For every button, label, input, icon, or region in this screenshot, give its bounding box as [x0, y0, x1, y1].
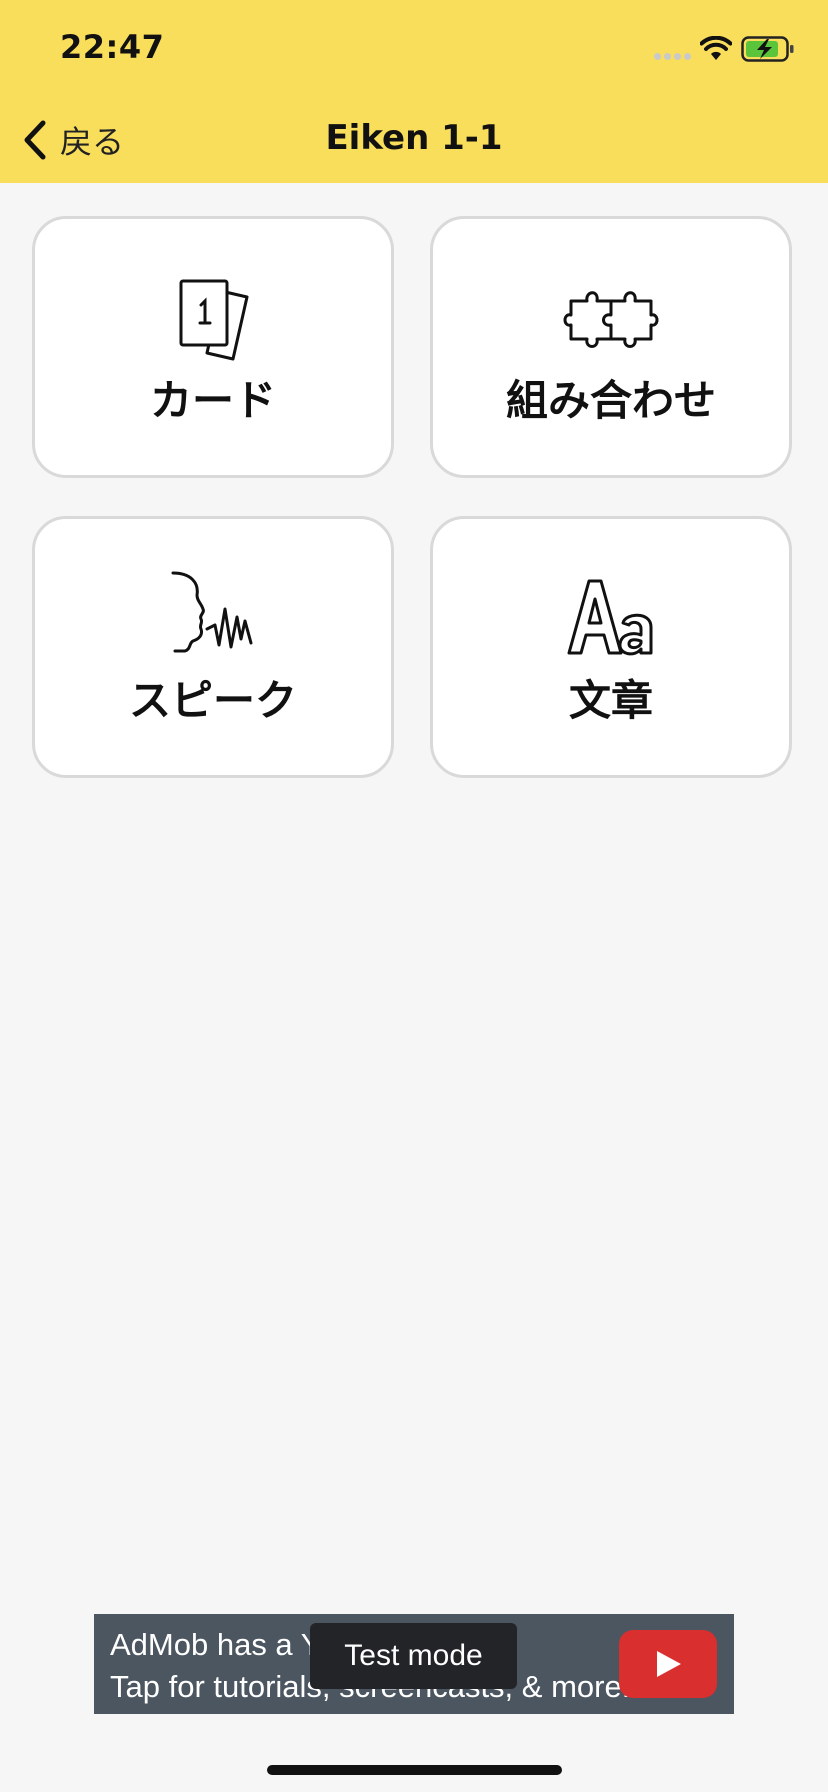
sentence-label: 文章: [568, 676, 653, 725]
sentence-tile[interactable]: 文章: [430, 516, 792, 778]
status-time: 22:47: [60, 28, 165, 66]
chevron-left-icon: [24, 120, 46, 160]
wifi-icon: [700, 36, 732, 60]
header: 22:47 戻る Eiken 1-1: [0, 0, 828, 183]
screen: 22:47 戻る Eiken 1-1 カード 組み合わせ スピーク 文章 AdM…: [0, 0, 828, 1792]
speaking-face-icon: [171, 571, 253, 653]
youtube-play-icon[interactable]: [619, 1630, 717, 1698]
speak-label: スピーク: [128, 676, 297, 725]
back-label: 戻る: [60, 123, 125, 161]
battery-charging-icon: [741, 36, 794, 62]
speak-tile[interactable]: スピーク: [32, 516, 394, 778]
back-button[interactable]: 戻る: [22, 118, 124, 162]
page-title: Eiken 1-1: [325, 118, 503, 158]
home-indicator[interactable]: [267, 1765, 562, 1775]
flashcard-tile[interactable]: カード: [32, 216, 394, 478]
text-aa-icon: [567, 579, 653, 656]
matching-tile[interactable]: 組み合わせ: [430, 216, 792, 478]
test-mode-badge: Test mode: [310, 1623, 517, 1689]
play-icon: [657, 1651, 681, 1677]
flashcard-icon: [179, 279, 249, 361]
puzzle-icon: [563, 291, 659, 348]
matching-label: 組み合わせ: [505, 376, 716, 425]
signal-icon: [654, 53, 691, 60]
flashcard-label: カード: [149, 376, 276, 425]
